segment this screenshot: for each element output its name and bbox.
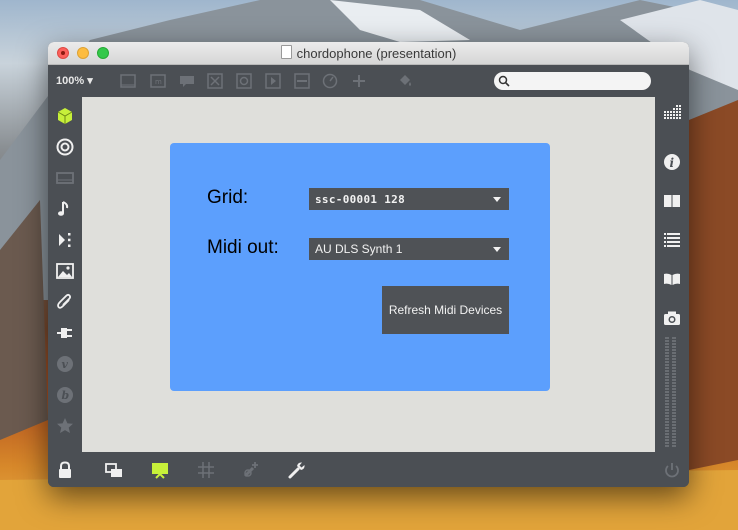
bottom-bar: [48, 452, 689, 487]
svg-text:b: b: [62, 389, 70, 402]
wrench-icon[interactable]: [287, 460, 307, 480]
book-icon[interactable]: [662, 191, 682, 211]
svg-text:m: m: [155, 78, 162, 86]
list-icon[interactable]: [662, 230, 682, 250]
chevron-down-icon: [493, 247, 501, 252]
chevron-down-icon: [493, 197, 501, 202]
presentation-icon[interactable]: [150, 460, 170, 480]
music-note-icon[interactable]: [55, 199, 75, 219]
svg-text:v: v: [62, 358, 69, 371]
svg-text:i: i: [670, 156, 675, 170]
search-field[interactable]: [494, 72, 651, 90]
paint-bucket-icon[interactable]: [397, 73, 413, 89]
document-icon: [280, 45, 292, 59]
play-button-icon[interactable]: [265, 73, 281, 89]
dial-icon[interactable]: [322, 73, 338, 89]
power-icon[interactable]: [662, 460, 682, 480]
lock-icon[interactable]: [55, 460, 75, 480]
window-title: chordophone (presentation): [296, 46, 457, 61]
slider-icon[interactable]: [294, 73, 310, 89]
search-icon: [498, 75, 510, 87]
plugin-icon[interactable]: [55, 323, 75, 343]
playlist-icon[interactable]: [55, 230, 75, 250]
app-window: chordophone (presentation) 100% ▾ m v b …: [48, 42, 689, 487]
circle-button-icon[interactable]: [236, 73, 252, 89]
paperclip-icon[interactable]: [55, 292, 75, 312]
title-bar: chordophone (presentation): [48, 42, 689, 65]
target-icon[interactable]: [55, 137, 75, 157]
camera-icon[interactable]: [662, 308, 682, 328]
new-object-icon[interactable]: [55, 106, 75, 126]
image-icon[interactable]: [55, 261, 75, 281]
plus-icon[interactable]: [351, 73, 367, 89]
comment-box-icon[interactable]: m: [150, 73, 166, 89]
level-meter-right: [672, 337, 676, 447]
midi-out-dropdown-value: AU DLS Synth 1: [315, 242, 403, 256]
debug-icon[interactable]: [241, 460, 261, 480]
right-sidebar: i: [655, 97, 689, 452]
star-icon[interactable]: [55, 416, 75, 436]
level-meter-left: [665, 337, 669, 447]
presentation-canvas: Grid: ssc-00001 128 Midi out: AU DLS Syn…: [82, 97, 655, 452]
zoom-menu[interactable]: 100% ▾: [56, 74, 93, 87]
left-sidebar: v b: [48, 97, 82, 452]
zoom-value: 100%: [56, 75, 85, 87]
midi-out-label: Midi out:: [207, 237, 279, 258]
close-box-icon[interactable]: [207, 73, 223, 89]
open-book-icon[interactable]: [662, 269, 682, 289]
vst-icon[interactable]: v: [55, 354, 75, 374]
grid-hash-icon[interactable]: [196, 460, 216, 480]
grid-dropdown[interactable]: ssc-00001 128: [309, 188, 509, 210]
windows-icon[interactable]: [104, 460, 124, 480]
grid-dropdown-value: ssc-00001 128: [315, 193, 405, 206]
speech-bubble-icon[interactable]: [179, 73, 195, 89]
info-icon[interactable]: i: [662, 152, 682, 172]
b-icon[interactable]: b: [55, 385, 75, 405]
settings-panel: Grid: ssc-00001 128 Midi out: AU DLS Syn…: [170, 143, 550, 391]
refresh-midi-devices-button[interactable]: Refresh Midi Devices: [382, 286, 509, 334]
grid-icon[interactable]: [662, 103, 682, 123]
presentation-window-icon[interactable]: [120, 73, 136, 89]
window-icon[interactable]: [55, 168, 75, 188]
grid-label: Grid:: [207, 187, 249, 208]
midi-out-dropdown[interactable]: AU DLS Synth 1: [309, 238, 509, 260]
toolbar: 100% ▾ m: [48, 65, 689, 95]
window-title-wrap: chordophone (presentation): [48, 45, 689, 61]
